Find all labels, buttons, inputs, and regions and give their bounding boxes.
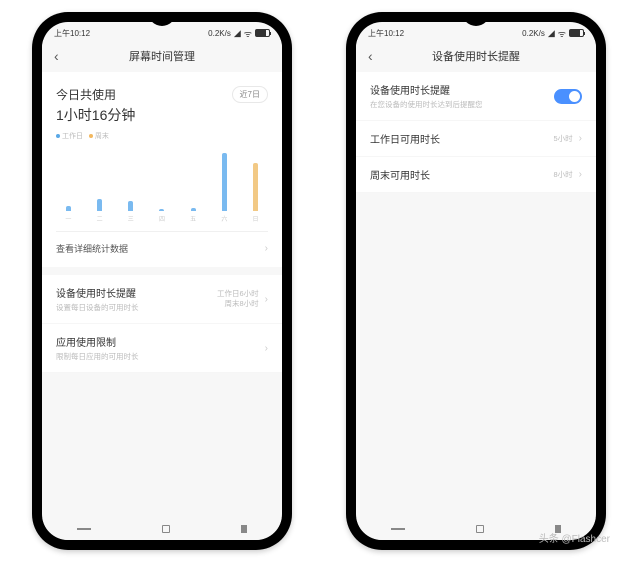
- phone-left: 上午10:12 0.2K/s ◢ ᯤ ‹ 屏幕时间管理 今日共使用 1小时16分…: [32, 12, 292, 550]
- settings-group: 设备使用时长提醒 设置每日设备的可用时长 工作日6小时 周末8小时 › 应用使用…: [42, 275, 282, 373]
- screen-right: 上午10:12 0.2K/s ◢ ᯤ ‹ 设备使用时长提醒 设备使用时长提醒 在…: [356, 22, 596, 540]
- page-title: 设备使用时长提醒: [382, 48, 570, 64]
- app-limit-row[interactable]: 应用使用限制 限制每日应用的可用时长 ›: [42, 324, 282, 373]
- back-icon[interactable]: ‹: [368, 48, 382, 64]
- signal-icon: ◢: [234, 28, 241, 39]
- chevron-right-icon: ›: [265, 243, 268, 254]
- nav-recents[interactable]: [77, 528, 91, 530]
- usage-card: 今日共使用 1小时16分钟 近7日 工作日 周末 一 二 三 四 五 六 日 查…: [42, 72, 282, 267]
- header: ‹ 屏幕时间管理: [42, 40, 282, 72]
- phone-right: 上午10:12 0.2K/s ◢ ᯤ ‹ 设备使用时长提醒 设备使用时长提醒 在…: [346, 12, 606, 550]
- nav-recents[interactable]: [391, 528, 405, 530]
- device-reminder-row[interactable]: 设备使用时长提醒 设置每日设备的可用时长 工作日6小时 周末8小时 ›: [42, 275, 282, 324]
- status-speed: 0.2K/s: [522, 29, 545, 38]
- usage-chart: 一 二 三 四 五 六 日: [56, 151, 268, 223]
- view-details-link[interactable]: 查看详细统计数据 ›: [56, 231, 268, 261]
- period-selector[interactable]: 近7日: [232, 86, 268, 103]
- reminder-toggle-row: 设备使用时长提醒 在您设备的使用时长达到后提醒您: [356, 72, 596, 121]
- chart-legend: 工作日 周末: [56, 131, 268, 141]
- workday-duration-row[interactable]: 工作日可用时长 5小时 ›: [356, 121, 596, 157]
- chevron-right-icon: ›: [579, 132, 582, 145]
- nav-home[interactable]: [476, 525, 484, 533]
- android-navbar: [42, 518, 282, 540]
- status-speed: 0.2K/s: [208, 29, 231, 38]
- chevron-right-icon: ›: [265, 342, 268, 355]
- status-time: 上午10:12: [54, 28, 90, 39]
- weekend-duration-row[interactable]: 周末可用时长 8小时 ›: [356, 157, 596, 193]
- reminder-toggle[interactable]: [554, 89, 582, 104]
- back-icon[interactable]: ‹: [54, 48, 68, 64]
- settings-group: 设备使用时长提醒 在您设备的使用时长达到后提醒您 工作日可用时长 5小时 › 周…: [356, 72, 596, 193]
- wifi-icon: ᯤ: [244, 27, 252, 40]
- screen-left: 上午10:12 0.2K/s ◢ ᯤ ‹ 屏幕时间管理 今日共使用 1小时16分…: [42, 22, 282, 540]
- watermark: 头条 @Flashcer: [539, 530, 610, 545]
- legend-dot-workday: [56, 134, 60, 138]
- signal-icon: ◢: [548, 28, 555, 39]
- page-title: 屏幕时间管理: [68, 48, 256, 64]
- today-time: 1小时16分钟: [56, 105, 135, 125]
- battery-icon: [569, 29, 584, 37]
- today-label: 今日共使用: [56, 86, 135, 103]
- nav-back[interactable]: [241, 525, 247, 533]
- chevron-right-icon: ›: [265, 293, 268, 306]
- wifi-icon: ᯤ: [558, 27, 566, 40]
- legend-dot-weekend: [89, 134, 93, 138]
- status-time: 上午10:12: [368, 28, 404, 39]
- chevron-right-icon: ›: [579, 168, 582, 181]
- battery-icon: [255, 29, 270, 37]
- header: ‹ 设备使用时长提醒: [356, 40, 596, 72]
- nav-home[interactable]: [162, 525, 170, 533]
